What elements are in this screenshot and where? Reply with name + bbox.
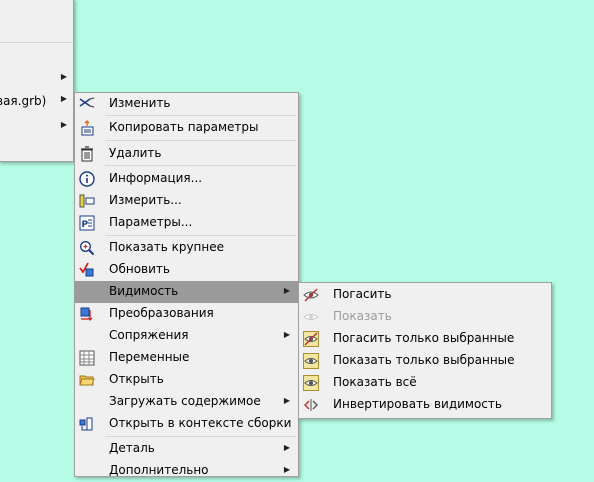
- visibility-submenu: Погасить Показать Погасить только выбран…: [298, 282, 552, 419]
- chevron-right-icon: ▶: [60, 94, 67, 103]
- submenu-item-show[interactable]: Показать: [299, 306, 551, 328]
- submenu-item-hide[interactable]: Погасить: [299, 284, 551, 306]
- menu-item-label: Загружать содержимое: [109, 394, 261, 408]
- menu-separator: [105, 140, 296, 141]
- submenu-item-label: Инвертировать видимость: [333, 397, 502, 411]
- menu-item-label: Копировать параметры: [109, 120, 259, 134]
- menu-item-visibility[interactable]: Видимость ▶: [75, 281, 298, 303]
- menu-item-label: Изменить: [109, 96, 171, 110]
- submenu-item-label: Погасить: [333, 287, 392, 301]
- menu-item-refresh[interactable]: Обновить: [75, 259, 298, 281]
- invert-visibility-icon: [304, 399, 318, 411]
- zoom-in-icon: [80, 241, 95, 256]
- hide-selected-icon: [303, 331, 319, 347]
- submenu-item-label: Показать: [333, 309, 392, 323]
- menu-item-open-in-assembly[interactable]: Открыть в контексте сборки: [75, 413, 298, 435]
- open-folder-icon: [79, 375, 95, 386]
- menu-item-edit[interactable]: Изменить: [75, 93, 298, 115]
- menu-item-measure[interactable]: Измерить...: [75, 190, 298, 212]
- menu-item-label: Деталь: [109, 441, 155, 455]
- chevron-right-icon: ▶: [283, 443, 290, 452]
- menu-separator: [0, 42, 73, 43]
- menu-item-label: Открыть: [109, 372, 164, 386]
- show-eye-icon: [303, 314, 319, 320]
- menu-separator: [105, 115, 296, 116]
- submenu-item-label: Показать всё: [333, 375, 417, 389]
- menu-item-label: Параметры...: [109, 215, 193, 229]
- chevron-right-icon: ▶: [283, 286, 290, 295]
- parent-menu-item-file[interactable]: вая.grb) ▶: [0, 90, 73, 112]
- menu-item-transformations[interactable]: Преобразования: [75, 303, 298, 325]
- menu-item-open[interactable]: Открыть: [75, 369, 298, 391]
- menu-item-delete[interactable]: Удалить: [75, 143, 298, 165]
- menu-item-zoom-larger[interactable]: Показать крупнее: [75, 237, 298, 259]
- parent-menu-item-1[interactable]: ▶: [0, 68, 73, 90]
- variables-icon: [79, 350, 95, 366]
- parent-menu: ▶ вая.grb) ▶ ▶: [0, 0, 74, 162]
- submenu-item-show-all[interactable]: Показать всё: [299, 372, 551, 394]
- parent-menu-item-label: вая.grb): [0, 94, 47, 108]
- hide-eye-icon: [303, 288, 319, 302]
- menu-item-label: Открыть в контексте сборки: [109, 416, 292, 430]
- submenu-item-show-selected[interactable]: Показать только выбранные: [299, 350, 551, 372]
- menu-item-label: Сопряжения: [109, 328, 189, 342]
- parameters-icon: P: [79, 215, 95, 231]
- chevron-right-icon: ▶: [60, 72, 67, 81]
- chevron-right-icon: ▶: [60, 120, 67, 129]
- menu-item-label: Измерить...: [109, 193, 182, 207]
- menu-item-label: Информация...: [109, 171, 203, 185]
- trash-icon: [81, 146, 93, 162]
- menu-item-label: Удалить: [109, 146, 162, 160]
- menu-item-load-content[interactable]: Загружать содержимое ▶: [75, 391, 298, 413]
- context-menu: Изменить Копировать параметры Удалить Ин…: [74, 92, 299, 477]
- menu-item-copy-parameters[interactable]: Копировать параметры: [75, 117, 298, 139]
- scissors-icon: [79, 97, 95, 108]
- submenu-item-hide-selected[interactable]: Погасить только выбранные: [299, 328, 551, 350]
- svg-text:P: P: [82, 220, 89, 230]
- menu-item-label: Преобразования: [109, 306, 214, 320]
- open-in-assembly-icon: [79, 417, 93, 431]
- menu-item-label: Дополнительно: [109, 463, 209, 477]
- menu-item-additional[interactable]: Дополнительно ▶: [75, 460, 298, 482]
- show-all-icon: [303, 375, 319, 391]
- menu-item-label: Видимость: [109, 284, 179, 298]
- submenu-item-label: Показать только выбранные: [333, 353, 515, 367]
- measure-icon: [79, 194, 95, 208]
- parent-menu-item-3[interactable]: ▶: [0, 116, 73, 138]
- show-selected-icon: [303, 353, 319, 369]
- copy-params-icon: [81, 120, 94, 136]
- menu-separator: [105, 436, 296, 437]
- refresh-icon: [79, 262, 94, 277]
- menu-item-label: Переменные: [109, 350, 190, 364]
- menu-item-label: Показать крупнее: [109, 240, 225, 254]
- chevron-right-icon: ▶: [283, 396, 290, 405]
- menu-item-mates[interactable]: Сопряжения ▶: [75, 325, 298, 347]
- menu-item-parameters[interactable]: P Параметры...: [75, 212, 298, 234]
- info-icon: [79, 171, 95, 187]
- submenu-item-label: Погасить только выбранные: [333, 331, 515, 345]
- transform-icon: [80, 307, 93, 321]
- menu-item-label: Обновить: [109, 262, 170, 276]
- menu-item-information[interactable]: Информация...: [75, 168, 298, 190]
- menu-separator: [105, 235, 296, 236]
- menu-item-variables[interactable]: Переменные: [75, 347, 298, 369]
- chevron-right-icon: ▶: [283, 465, 290, 474]
- menu-item-part[interactable]: Деталь ▶: [75, 438, 298, 460]
- submenu-item-invert-visibility[interactable]: Инвертировать видимость: [299, 394, 551, 416]
- menu-separator: [105, 165, 296, 166]
- chevron-right-icon: ▶: [283, 330, 290, 339]
